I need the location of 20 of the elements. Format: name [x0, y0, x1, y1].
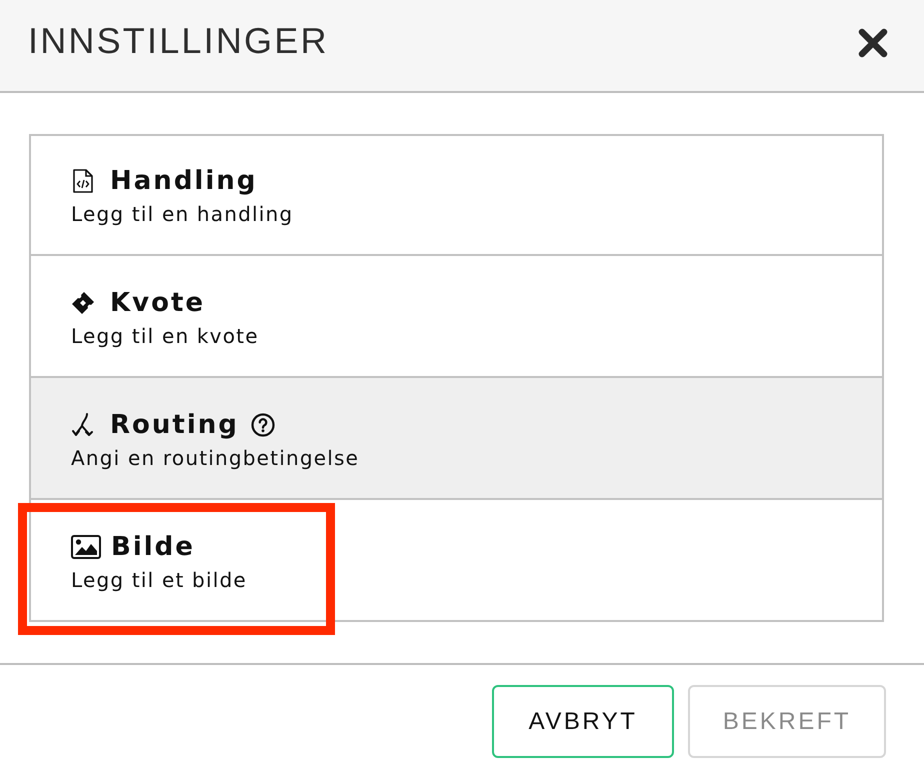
option-item[interactable]: Kvote Legg til en kvote [29, 256, 884, 378]
option-description: Angi en routingbetingelse [71, 445, 360, 471]
dialog-title: INNSTILLINGER [28, 20, 329, 62]
option-item[interactable]: Handling Legg til en handling [29, 134, 884, 256]
ticket-icon [71, 291, 95, 315]
file-code-icon [71, 169, 95, 193]
option-title: Bilde [111, 531, 195, 564]
option-description: Legg til en kvote [71, 323, 260, 349]
option-item[interactable]: Bilde Legg til et bilde [29, 500, 884, 622]
option-description: Legg til et bilde [71, 567, 248, 593]
option-description: Legg til en handling [71, 201, 294, 227]
option-title: Handling [110, 165, 258, 198]
option-title: Routing [110, 409, 239, 442]
fork-arrow-icon [71, 413, 95, 437]
image-icon [71, 535, 101, 559]
help-icon[interactable] [250, 413, 275, 437]
cancel-button[interactable]: AVBRYT [492, 685, 674, 758]
option-title: Kvote [110, 287, 206, 320]
close-icon[interactable] [857, 26, 889, 58]
option-item[interactable]: Routing Angi en routingbetingelse [29, 378, 884, 500]
